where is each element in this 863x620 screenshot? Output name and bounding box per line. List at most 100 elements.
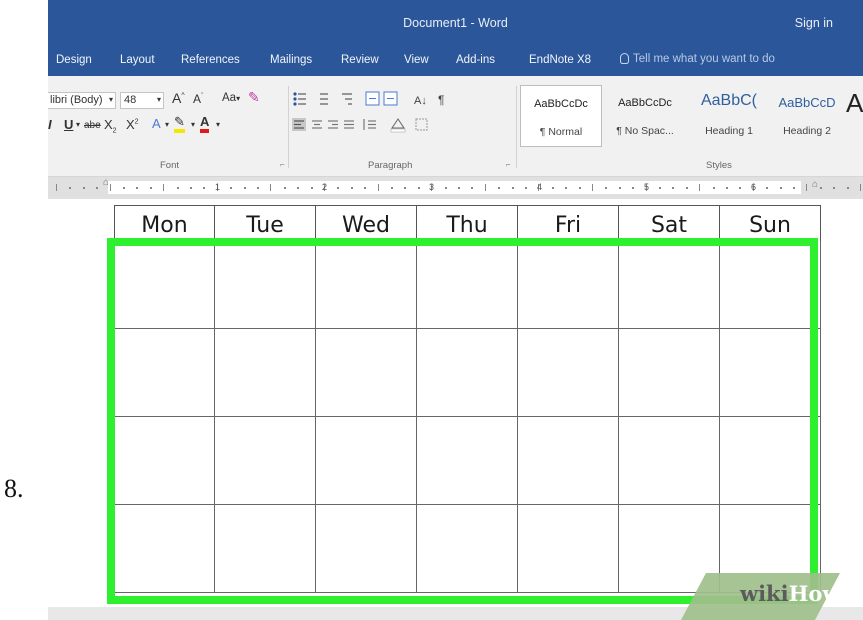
chevron-down-icon[interactable]: ▾ [191, 120, 195, 129]
calendar-cell[interactable] [417, 241, 518, 329]
tab-review[interactable]: Review [341, 54, 379, 66]
calendar-cell[interactable] [316, 329, 417, 417]
sort-icon[interactable]: A↓ [414, 95, 427, 107]
ruler-tick [123, 187, 125, 189]
calendar-cell[interactable] [619, 417, 720, 505]
ruler-tick [109, 184, 111, 191]
calendar-cell[interactable] [417, 505, 518, 593]
line-spacing-icon[interactable] [363, 119, 376, 130]
calendar-cell[interactable] [720, 329, 821, 417]
ruler-tick [149, 187, 152, 189]
font-color-button[interactable]: A [200, 115, 210, 133]
superscript-button[interactable]: X2 [126, 117, 139, 132]
style-heading-1[interactable]: AaBbC( Heading 1 [688, 85, 770, 147]
first-line-indent-marker-icon[interactable]: ⌂ [103, 177, 109, 188]
font-size-box[interactable]: 48 ▾ [120, 92, 164, 109]
style-heading-2[interactable]: AaBbCcD Heading 2 [772, 85, 842, 147]
calendar-cell[interactable] [518, 417, 619, 505]
font-dialog-launcher-icon[interactable]: ⌐ [280, 160, 285, 169]
paragraph-dialog-launcher-icon[interactable]: ⌐ [506, 160, 511, 169]
subscript-button[interactable]: X2 [104, 117, 117, 135]
tab-design[interactable]: Design [56, 54, 92, 66]
change-case-button[interactable]: Aa▾ [222, 92, 240, 104]
tab-mailings[interactable]: Mailings [270, 54, 312, 66]
tab-endnote[interactable]: EndNote X8 [529, 54, 591, 66]
style-normal[interactable]: AaBbCcDc ¶ Normal [520, 85, 602, 147]
ruler-tick [699, 184, 701, 191]
calendar-cell[interactable] [215, 505, 316, 593]
day-header[interactable]: Tue [215, 205, 316, 241]
decrease-indent-icon[interactable] [365, 91, 380, 106]
ruler-tick [364, 187, 367, 189]
clear-formatting-icon[interactable]: ✎ [248, 89, 260, 106]
chevron-down-icon[interactable]: ▾ [216, 120, 220, 129]
day-header[interactable]: Wed [316, 205, 417, 241]
ruler-number: 6 [751, 182, 757, 192]
style-no-spacing[interactable]: AaBbCcDc ¶ No Spac... [604, 85, 686, 147]
day-header[interactable]: Fri [518, 205, 619, 241]
day-header[interactable]: Sun [720, 205, 821, 241]
calendar-cell[interactable] [114, 505, 215, 593]
shrink-font-icon[interactable]: Aˇ [193, 92, 203, 106]
style-label: Heading 2 [783, 125, 831, 137]
calendar-cell[interactable] [720, 417, 821, 505]
align-right-icon[interactable] [328, 120, 338, 129]
day-header[interactable]: Mon [114, 205, 215, 241]
document-page[interactable]: Mon Tue Wed Thu Fri Sat Sun [48, 199, 863, 607]
chevron-down-icon[interactable]: ▾ [76, 120, 80, 129]
increase-indent-icon[interactable] [383, 91, 398, 106]
calendar-cell[interactable] [518, 505, 619, 593]
calendar-cell[interactable] [619, 329, 720, 417]
calendar-cell[interactable] [518, 241, 619, 329]
tell-me-search[interactable]: Tell me what you want to do [620, 53, 775, 65]
day-header[interactable]: Thu [417, 205, 518, 241]
ruler-tick [766, 187, 769, 189]
right-indent-marker-icon[interactable]: ⌂ [812, 179, 818, 190]
strikethrough-button[interactable]: abe [84, 120, 101, 131]
calendar-cell[interactable] [114, 241, 215, 329]
chevron-down-icon[interactable]: ▾ [165, 120, 169, 129]
calendar-cell[interactable] [417, 329, 518, 417]
justify-icon[interactable] [344, 120, 354, 129]
tab-references[interactable]: References [181, 54, 240, 66]
ruler-number: 1 [215, 182, 221, 192]
multilevel-list-icon[interactable] [342, 93, 352, 105]
calendar-cell[interactable] [114, 417, 215, 505]
italic-icon[interactable]: I [48, 117, 52, 132]
sign-in-link[interactable]: Sign in [795, 16, 833, 30]
numbering-icon[interactable] [320, 93, 328, 105]
align-left-icon[interactable] [292, 118, 306, 131]
borders-icon[interactable] [415, 118, 428, 131]
calendar-cell[interactable] [316, 417, 417, 505]
ruler-tick [163, 184, 165, 191]
ruler-margin-area [108, 181, 801, 194]
calendar-cell[interactable] [316, 241, 417, 329]
calendar-cell[interactable] [215, 241, 316, 329]
underline-icon[interactable]: U [64, 117, 73, 132]
calendar-cell[interactable] [619, 241, 720, 329]
align-center-icon[interactable] [312, 120, 322, 129]
ruler-tick [578, 187, 581, 189]
ruler-number: 3 [429, 182, 435, 192]
font-name-box[interactable]: libri (Body) ▾ [48, 92, 116, 109]
tab-view[interactable]: View [404, 54, 429, 66]
calendar-cell[interactable] [417, 417, 518, 505]
highlight-color-icon[interactable]: ✎ [174, 115, 185, 133]
bullets-icon[interactable] [293, 92, 297, 106]
calendar-cell[interactable] [215, 417, 316, 505]
calendar-cell[interactable] [215, 329, 316, 417]
grow-font-icon[interactable]: A^ [172, 90, 185, 106]
shading-icon[interactable] [390, 118, 406, 133]
tab-layout[interactable]: Layout [120, 54, 155, 66]
style-title-preview[interactable]: A [846, 88, 863, 119]
tab-add-ins[interactable]: Add-ins [456, 54, 495, 66]
calendar-cell[interactable] [518, 329, 619, 417]
day-header[interactable]: Sat [619, 205, 720, 241]
ruler-tick [659, 187, 661, 189]
text-effects-icon[interactable]: A [152, 116, 161, 131]
calendar-cell[interactable] [316, 505, 417, 593]
style-label: Heading 1 [705, 125, 753, 137]
calendar-cell[interactable] [720, 241, 821, 329]
show-formatting-icon[interactable]: ¶ [438, 93, 444, 107]
calendar-cell[interactable] [114, 329, 215, 417]
